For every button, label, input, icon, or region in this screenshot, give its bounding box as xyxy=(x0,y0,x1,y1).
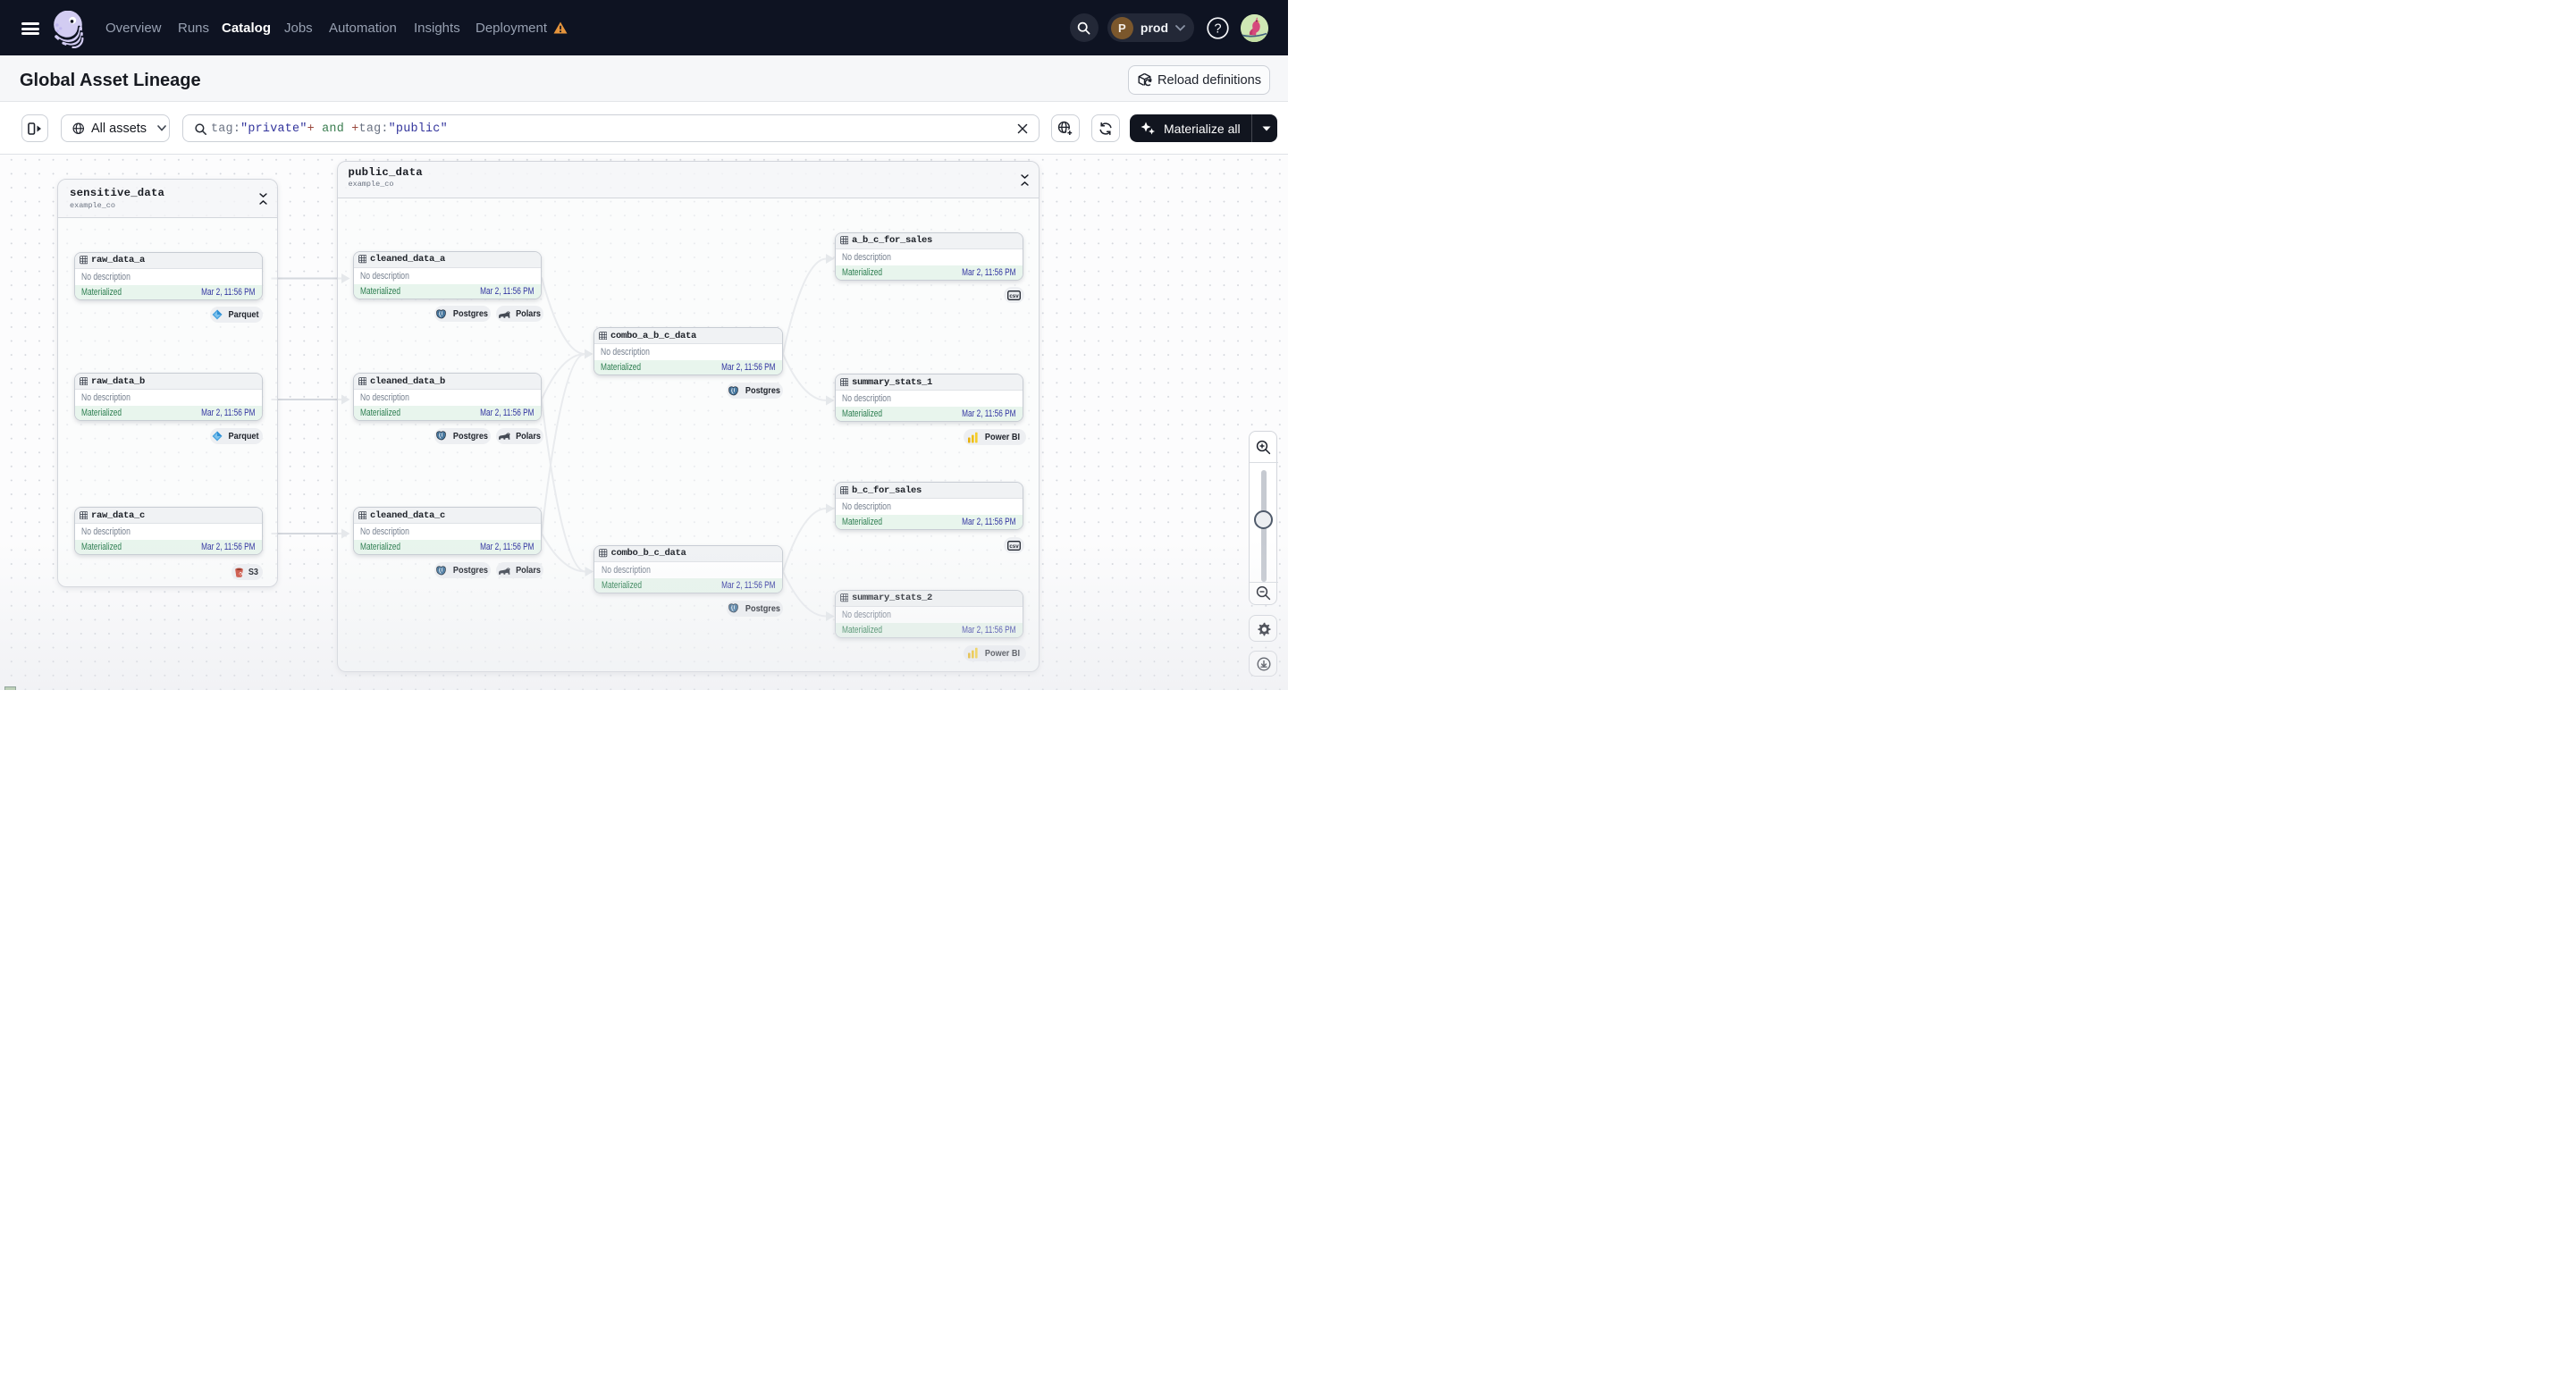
svg-text:csv: csv xyxy=(1009,293,1019,299)
svg-text:csv: csv xyxy=(1009,543,1019,550)
svg-text:?: ? xyxy=(1214,21,1221,36)
